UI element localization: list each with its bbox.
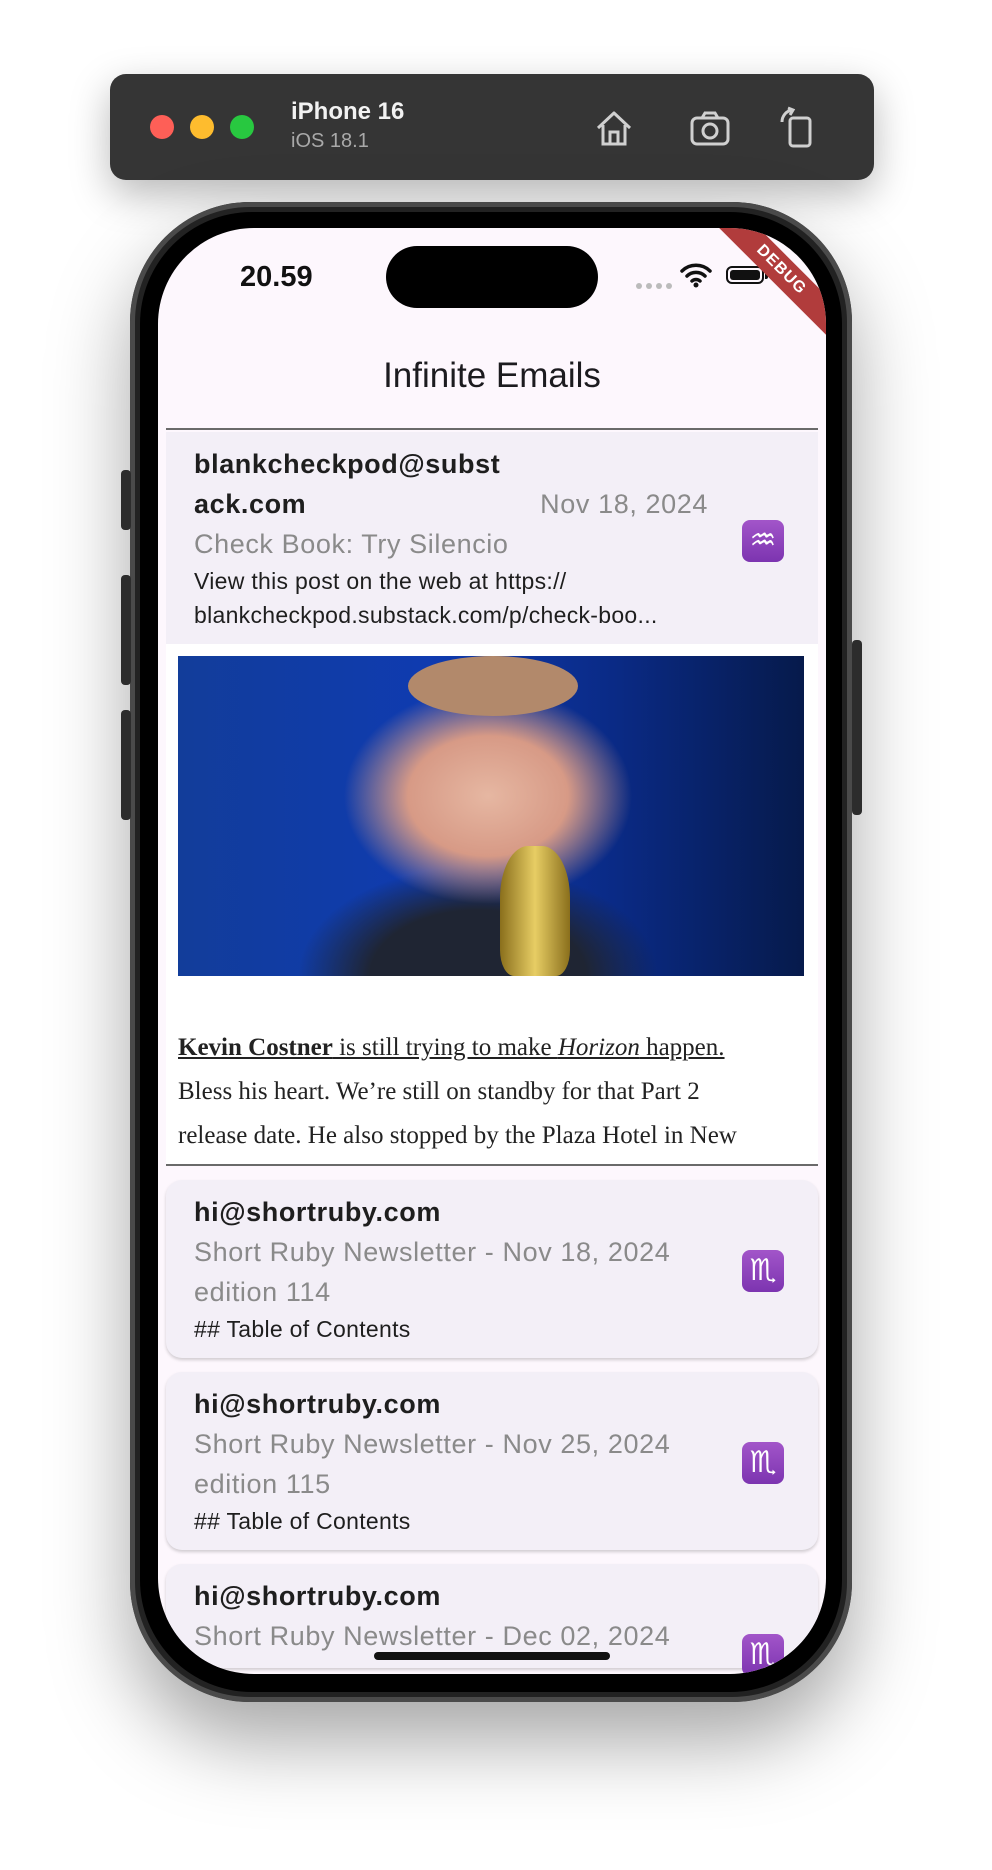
email-preview: ## Table of Contents	[194, 1508, 411, 1534]
volume-up-button	[121, 575, 131, 685]
volume-down-button	[121, 710, 131, 820]
article-link-mid[interactable]: is still trying to make	[333, 1034, 558, 1061]
simulator-toolbar: iPhone 16 iOS 18.1	[110, 74, 874, 180]
email-subject: Check Book: Try Silencio	[194, 529, 509, 559]
appbar-divider	[166, 428, 818, 430]
page-title: Infinite Emails	[383, 356, 601, 395]
email-body: Kevin Costner is still trying to make Ho…	[166, 644, 818, 1166]
email-divider	[166, 1164, 818, 1166]
email-sender: blankcheckpod@subst	[194, 449, 501, 479]
email-subject: Short Ruby Newsletter - Nov 18, 2024	[194, 1237, 671, 1267]
scorpio-icon: ♏	[742, 1634, 784, 1674]
zoom-window-button[interactable]	[230, 115, 254, 139]
article-image	[178, 656, 804, 976]
article-link-end[interactable]: happen.	[640, 1034, 724, 1061]
email-list[interactable]: blankcheckpod@subst ack.com Nov 18, 2024…	[166, 432, 818, 1674]
phone-screen: 20.59 DEBUG Infinite Emails blankcheckpo…	[158, 228, 826, 1674]
article-text: Kevin Costner is still trying to make Ho…	[178, 1026, 804, 1158]
minimize-window-button[interactable]	[190, 115, 214, 139]
email-preview: View this post on the web at https://	[194, 568, 567, 594]
os-version: iOS 18.1	[291, 130, 369, 152]
article-link-name[interactable]: Kevin Costner	[178, 1034, 333, 1061]
screenshot-icon[interactable]	[686, 104, 734, 152]
email-subject: Short Ruby Newsletter - Nov 25, 2024	[194, 1429, 671, 1459]
email-subject: Short Ruby Newsletter - Dec 02, 2024	[194, 1621, 671, 1651]
home-indicator[interactable]	[374, 1652, 610, 1660]
email-sender: hi@shortruby.com	[194, 1581, 441, 1611]
email-sender: hi@shortruby.com	[194, 1389, 441, 1419]
device-name: iPhone 16	[291, 98, 405, 125]
email-preview-continued: blankcheckpod.substack.com/p/check-boo..…	[194, 602, 658, 628]
email-card[interactable]: hi@shortruby.com Short Ruby Newsletter -…	[166, 1372, 818, 1550]
dynamic-island	[386, 246, 598, 308]
article-link-title[interactable]: Horizon	[558, 1034, 640, 1061]
wifi-icon	[680, 263, 712, 288]
email-sender: hi@shortruby.com	[194, 1197, 441, 1227]
article-line: release date. He also stopped by the Pla…	[178, 1122, 737, 1149]
rotate-icon[interactable]	[774, 104, 822, 152]
scorpio-icon: ♏	[742, 1250, 784, 1292]
home-icon[interactable]	[590, 104, 638, 152]
email-subject-continued: edition 115	[194, 1469, 331, 1499]
email-preview: ## Table of Contents	[194, 1316, 411, 1342]
email-date: Nov 18, 2024	[540, 489, 708, 519]
article-line: Bless his heart. We’re still on standby …	[178, 1078, 700, 1105]
status-time: 20.59	[240, 261, 313, 293]
oscar-statue	[500, 846, 570, 976]
email-card[interactable]: hi@shortruby.com Short Ruby Newsletter -…	[166, 1180, 818, 1358]
email-card[interactable]: blankcheckpod@subst ack.com Nov 18, 2024…	[166, 432, 818, 1166]
scorpio-icon: ♏	[742, 1442, 784, 1484]
action-button	[121, 470, 131, 530]
battery-icon	[726, 266, 768, 284]
email-subject-continued: edition 114	[194, 1277, 331, 1307]
cellular-signal-icon	[636, 276, 676, 294]
aquarius-icon: ♒	[742, 520, 784, 562]
close-window-button[interactable]	[150, 115, 174, 139]
power-button	[852, 640, 862, 815]
